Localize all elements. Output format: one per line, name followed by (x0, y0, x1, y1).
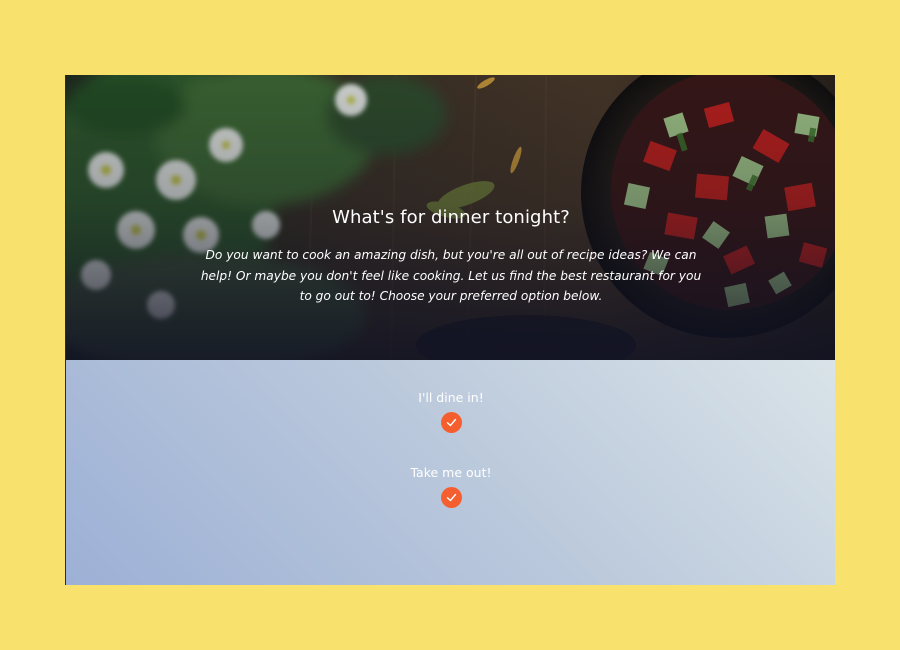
option-dine-in-label: I'll dine in! (418, 390, 484, 405)
dine-in-button[interactable] (440, 412, 462, 433)
take-out-button[interactable] (440, 487, 462, 508)
option-take-out: Take me out! (66, 465, 835, 508)
hero-banner: What's for dinner tonight? Do you want t… (66, 75, 835, 360)
page-title: What's for dinner tonight? (332, 207, 570, 228)
option-dine-in: I'll dine in! (66, 390, 835, 433)
app-frame: What's for dinner tonight? Do you want t… (65, 75, 835, 585)
check-icon (446, 493, 456, 502)
hero-description: Do you want to cook an amazing dish, but… (200, 248, 702, 303)
option-take-out-label: Take me out! (410, 465, 492, 480)
check-icon (446, 418, 456, 427)
options-section: I'll dine in! Take me out! (66, 360, 835, 585)
